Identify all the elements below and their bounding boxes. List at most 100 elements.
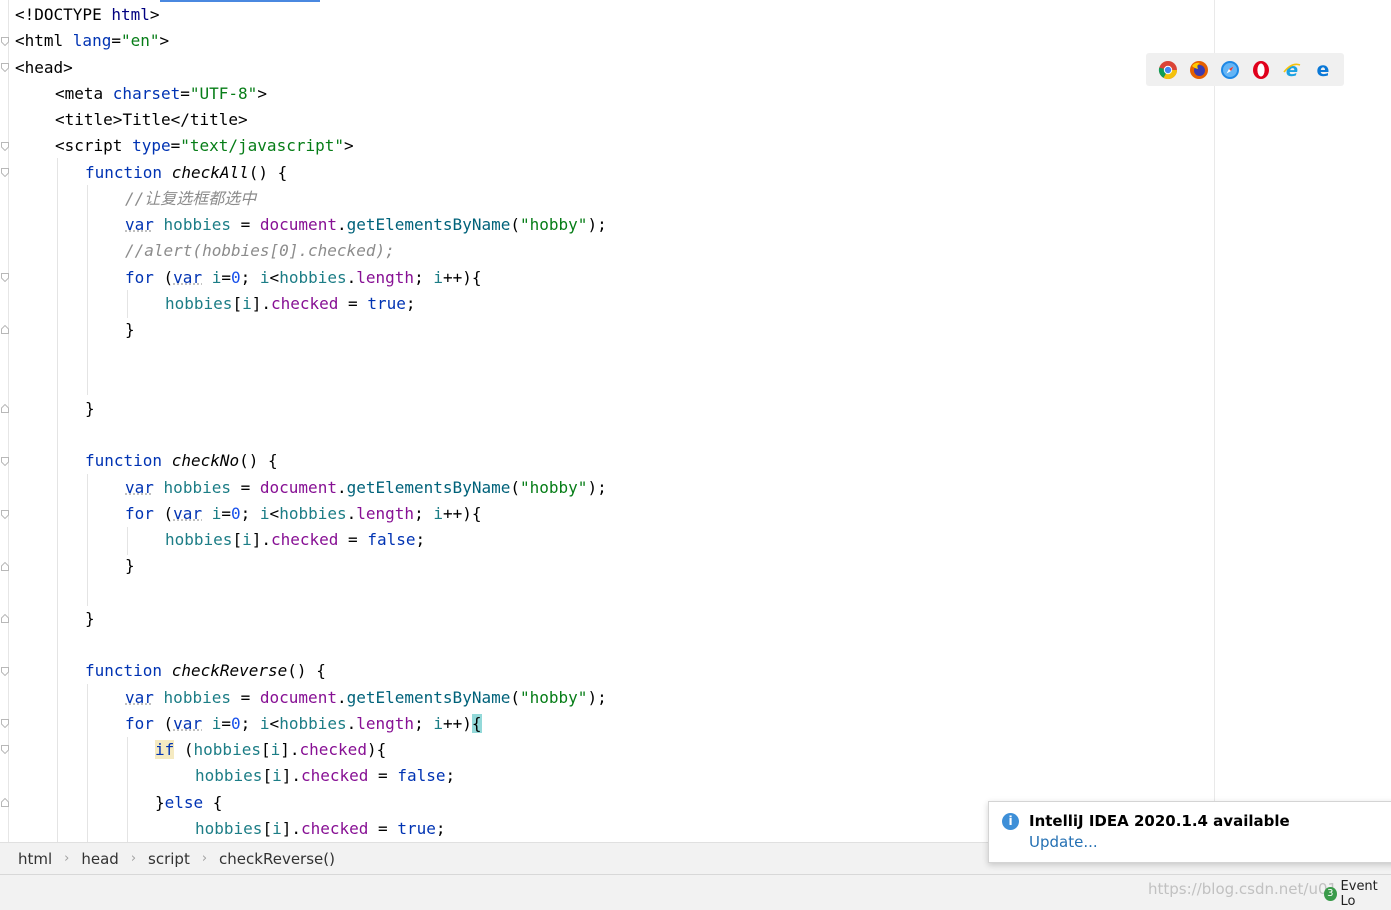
code-token: i [433,714,443,733]
code-token: ; [414,268,433,287]
code-token: ; [241,504,260,523]
code-line-13[interactable]: } [125,317,135,343]
fold-marker-icon[interactable] [1,457,9,466]
safari-icon[interactable] [1220,60,1240,80]
fold-marker-icon[interactable] [1,63,9,72]
code-line-8[interactable]: //让复选框都选中 [125,186,256,212]
code-line-9[interactable]: var hobbies = document.getElementsByName… [125,212,607,238]
code-token: ( [154,504,173,523]
code-line-21[interactable]: hobbies[i].checked = false; [165,527,425,553]
code-token: . [337,688,347,707]
code-line-32[interactable]: hobbies[i].checked = true; [195,816,446,842]
code-line-24[interactable]: } [85,606,95,632]
code-token: ++){ [443,504,482,523]
fold-end-icon[interactable] [1,614,9,623]
code-token: ]. [252,294,271,313]
code-token: ); [587,688,606,707]
code-token: checked [301,766,368,785]
chrome-icon[interactable] [1158,60,1178,80]
code-token: ]. [252,530,271,549]
code-line-31[interactable]: }else { [155,790,222,816]
notification-title: IntelliJ IDEA 2020.1.4 available [1029,812,1290,830]
code-line-30[interactable]: hobbies[i].checked = false; [195,763,455,789]
fold-end-icon[interactable] [1,798,9,807]
code-token: charset [113,84,180,103]
code-token: hobbies [165,530,232,549]
code-line-29[interactable]: if (hobbies[i].checked){ [155,737,386,763]
code-token: getElementsByName [347,478,511,497]
fold-marker-icon[interactable] [1,168,9,177]
code-token: "text/javascript" [180,136,344,155]
fold-marker-icon[interactable] [1,667,9,676]
code-line-28[interactable]: for (var i=0; i<hobbies.length; i++){ [125,711,482,737]
code-token: = [368,819,397,838]
code-token: i [212,504,222,523]
fold-marker-icon[interactable] [1,510,9,519]
code-line-22[interactable]: } [125,553,135,579]
indent-guide [87,474,88,606]
code-editor[interactable]: <!DOCTYPE html> <html lang="en"> <head> … [0,0,1391,842]
code-line-18[interactable]: function checkNo() { [85,448,278,474]
firefox-icon[interactable] [1189,60,1209,80]
code-token: ++) [443,714,472,733]
code-line-1[interactable]: <!DOCTYPE html> [15,2,160,28]
code-token: ( [154,714,173,733]
code-line-3[interactable]: <head> [15,55,73,81]
breadcrumb-item-function[interactable]: checkReverse() [219,850,335,868]
svg-text:e: e [1285,60,1297,80]
breadcrumb-separator-icon: › [131,851,136,866]
code-line-2[interactable]: <html lang="en"> [15,28,169,54]
code-token: function [85,661,172,680]
code-token: ( [510,478,520,497]
breadcrumb-separator-icon: › [64,851,69,866]
fold-end-icon[interactable] [1,562,9,571]
code-token: ( [174,740,193,759]
fold-marker-icon[interactable] [1,273,9,282]
code-token: > [257,84,267,103]
code-token: ); [587,215,606,234]
code-line-19[interactable]: var hobbies = document.getElementsByName… [125,475,607,501]
right-margin-guide [1214,0,1215,842]
fold-marker-icon[interactable] [1,719,9,728]
fold-end-icon[interactable] [1,325,9,334]
indent-guide [87,684,88,842]
code-line-7[interactable]: function checkAll() { [85,160,287,186]
fold-marker-icon[interactable] [1,745,9,754]
code-token: lang [73,31,112,50]
opera-icon[interactable] [1251,60,1271,80]
code-line-20[interactable]: for (var i=0; i<hobbies.length; i++){ [125,501,482,527]
fold-marker-icon[interactable] [1,37,9,46]
code-line-12[interactable]: hobbies[i].checked = true; [165,291,416,317]
browser-preview-toolbar: e e [1146,53,1344,86]
code-token: } [125,320,135,339]
editor-gutter [0,0,9,842]
fold-marker-icon[interactable] [1,142,9,151]
event-log-button[interactable]: 3 Event Lo [1324,879,1391,909]
code-token: for [125,504,154,523]
code-line-26[interactable]: function checkReverse() { [85,658,326,684]
code-token: function [85,451,172,470]
edge-icon[interactable]: e [1313,60,1333,80]
breadcrumb-item-head[interactable]: head [81,850,118,868]
code-line-5[interactable]: <title>Title</title> [55,107,248,133]
code-token: } [155,793,165,812]
fold-end-icon[interactable] [1,404,9,413]
code-token: i [212,714,222,733]
breadcrumb-item-script[interactable]: script [148,850,190,868]
code-token: < [270,504,280,523]
code-token: ; [241,714,260,733]
code-token: </title> [171,110,248,129]
code-token: = [221,268,231,287]
code-line-16[interactable]: } [85,396,95,422]
update-link[interactable]: Update... [1029,833,1098,851]
code-line-27[interactable]: var hobbies = document.getElementsByName… [125,685,607,711]
code-line-10[interactable]: //alert(hobbies[0].checked); [125,238,395,264]
code-token: true [397,819,436,838]
code-line-6[interactable]: <script type="text/javascript"> [55,133,354,159]
code-line-11[interactable]: for (var i=0; i<hobbies.length; i++){ [125,265,482,291]
ie-icon[interactable]: e [1282,60,1302,80]
code-line-4[interactable]: <meta charset="UTF-8"> [55,81,267,107]
breadcrumb-item-html[interactable]: html [18,850,52,868]
update-notification: i IntelliJ IDEA 2020.1.4 available Updat… [988,801,1391,863]
code-token: ; [446,766,456,785]
